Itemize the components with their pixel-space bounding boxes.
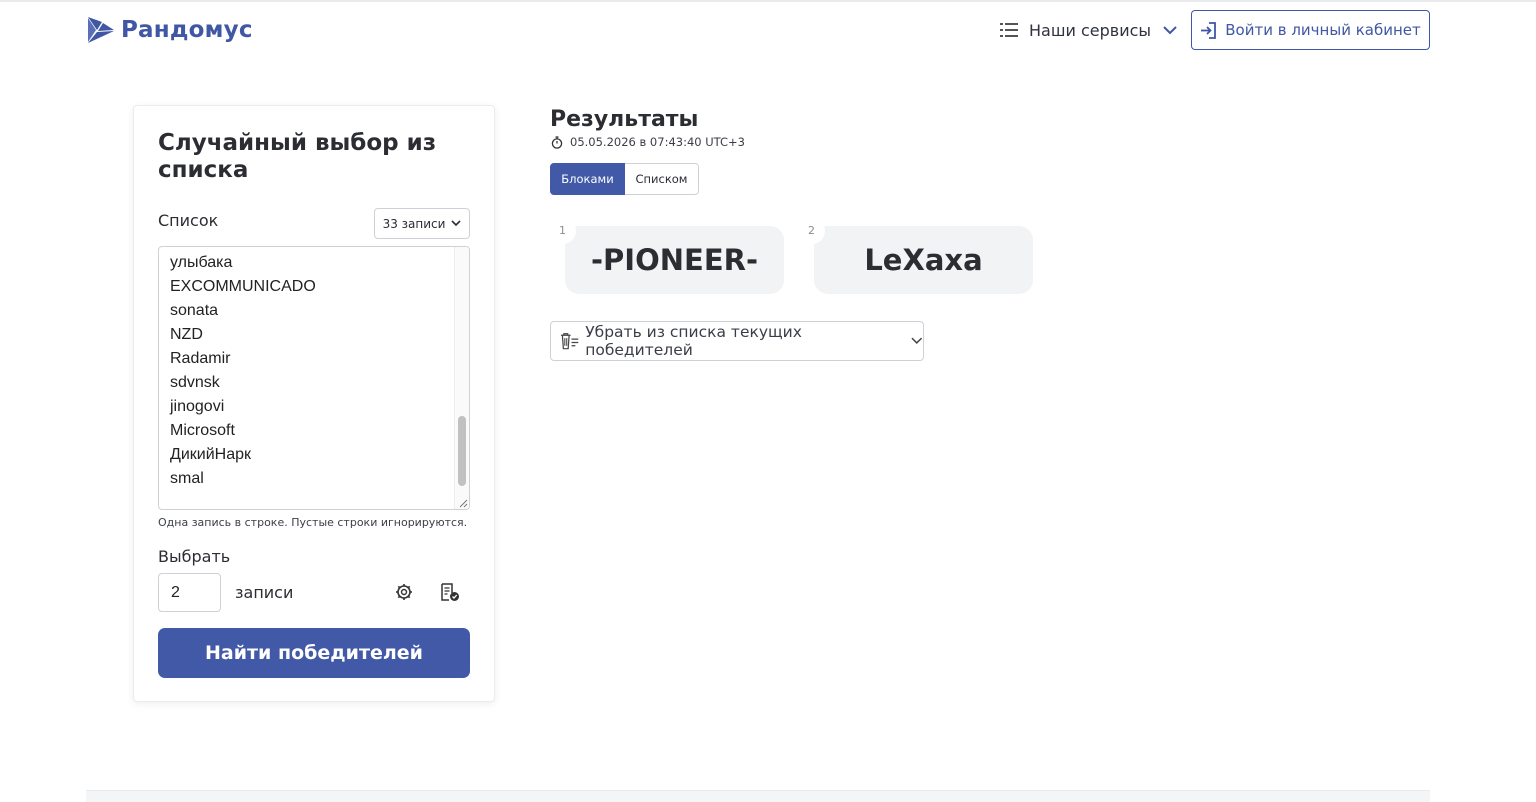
entry-line: jinogovi bbox=[170, 398, 225, 415]
chevron-down-icon bbox=[451, 220, 461, 227]
find-winners-button[interactable]: Найти победителей bbox=[158, 628, 470, 678]
chevron-down-icon bbox=[911, 337, 923, 345]
entry-line: sonata bbox=[170, 302, 219, 319]
view-toggle: Блоками Списком bbox=[550, 163, 699, 195]
count-label: 33 записи bbox=[382, 216, 446, 231]
entry-line: EXCOMMUNICADO bbox=[170, 278, 316, 295]
login-icon bbox=[1201, 21, 1217, 39]
entry-line: smal bbox=[170, 470, 204, 487]
entries-list: улыбака EXCOMMUNICADO sonata NZD Radamir… bbox=[170, 251, 316, 491]
entry-line: ДикийНарк bbox=[170, 446, 251, 463]
winner-card: LeXaxa bbox=[814, 226, 1033, 294]
remove-winners-button[interactable]: Убрать из списка текущих победителей bbox=[550, 321, 924, 361]
stopwatch-icon bbox=[551, 135, 563, 149]
top-border bbox=[0, 0, 1536, 2]
winner-number: 2 bbox=[799, 218, 825, 244]
entry-line: улыбака bbox=[170, 254, 233, 271]
winner-card: -PIONEER- bbox=[565, 226, 784, 294]
quantity-input[interactable]: 2 bbox=[158, 573, 221, 612]
logo-icon bbox=[88, 17, 114, 43]
login-button[interactable]: Войти в личный кабинет bbox=[1191, 10, 1430, 50]
random-pick-form: Случайный выбор из списка Список 33 запи… bbox=[133, 105, 495, 702]
chevron-down-icon bbox=[1163, 26, 1177, 35]
quantity-unit: записи bbox=[235, 583, 294, 602]
trash-list-icon bbox=[560, 333, 579, 350]
list-hint: Одна запись в строке. Пустые строки игно… bbox=[158, 516, 468, 529]
list-label: Список bbox=[158, 211, 219, 230]
services-menu[interactable]: Наши сервисы bbox=[1000, 18, 1177, 42]
scrollbar[interactable] bbox=[454, 247, 469, 509]
services-label: Наши сервисы bbox=[1029, 20, 1152, 40]
winner-number: 1 bbox=[550, 218, 576, 244]
remove-winners-label: Убрать из списка текущих победителей bbox=[585, 323, 802, 359]
entries-textarea[interactable]: улыбака EXCOMMUNICADO sonata NZD Radamir… bbox=[158, 246, 470, 510]
entry-line: sdvnsk bbox=[170, 374, 220, 391]
resize-handle-icon[interactable] bbox=[456, 496, 468, 508]
entry-line: NZD bbox=[170, 326, 203, 343]
results-date: 05.05.2026 в 07:43:40 UTC+3 bbox=[570, 135, 745, 149]
gear-icon[interactable] bbox=[395, 583, 413, 601]
view-list-button[interactable]: Списком bbox=[625, 163, 699, 195]
view-blocks-button[interactable]: Блоками bbox=[550, 163, 625, 195]
list-icon bbox=[1000, 23, 1018, 37]
footer-divider bbox=[86, 790, 1430, 802]
entry-line: Radamir bbox=[170, 350, 231, 367]
count-dropdown[interactable]: 33 записи bbox=[374, 208, 470, 239]
login-label: Войти в личный кабинет bbox=[1225, 21, 1421, 39]
logo[interactable]: Рандомус bbox=[86, 15, 253, 45]
results-timestamp: 05.05.2026 в 07:43:40 UTC+3 bbox=[551, 135, 745, 149]
logo-text: Рандомус bbox=[121, 17, 253, 43]
entry-line: Microsoft bbox=[170, 422, 235, 439]
document-check-icon[interactable] bbox=[440, 583, 460, 602]
results-title: Результаты bbox=[550, 107, 699, 132]
form-title: Случайный выбор из списка bbox=[158, 130, 437, 183]
scrollbar-thumb[interactable] bbox=[458, 416, 466, 486]
choose-label: Выбрать bbox=[158, 547, 231, 566]
